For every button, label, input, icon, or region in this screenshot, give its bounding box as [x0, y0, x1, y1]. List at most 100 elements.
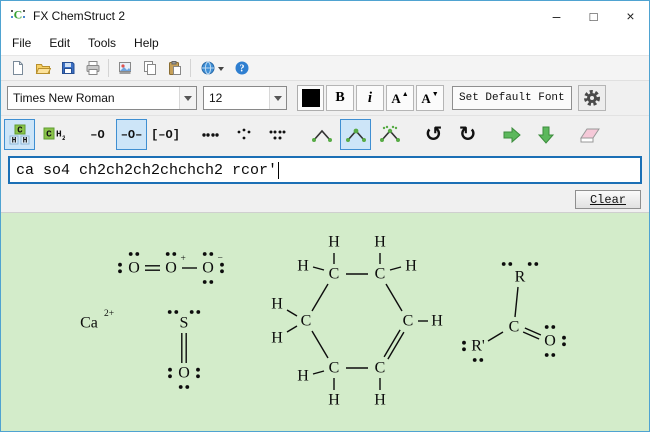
- methyl-group-button[interactable]: C H H: [4, 119, 35, 150]
- clear-button[interactable]: Clear: [575, 190, 641, 209]
- main-toolbar: ?: [1, 55, 649, 81]
- rotate-cw-icon: ↻: [459, 124, 477, 145]
- toolbar-separator: [190, 59, 191, 77]
- molecule-drawing: OO+O−Ca2+SOCCCCCCHHHHHHHHHHRCR'O: [1, 213, 649, 431]
- lone-pair-dot: [168, 310, 172, 314]
- atom-label: C: [509, 319, 520, 336]
- charge-label: +: [181, 254, 186, 264]
- svg-text:C: C: [46, 128, 52, 139]
- atom-label: R': [471, 338, 485, 355]
- erase-button[interactable]: [574, 119, 605, 150]
- lone-pair-dot: [129, 252, 133, 256]
- set-default-font-button[interactable]: Set Default Font: [452, 86, 572, 110]
- window-controls: – □ ×: [538, 1, 649, 31]
- dropdown-arrow-icon: [179, 87, 196, 109]
- svg-text:H: H: [22, 136, 27, 145]
- atom-label: C: [375, 360, 386, 377]
- menu-item-file[interactable]: File: [3, 32, 40, 54]
- svg-text:H: H: [11, 136, 16, 145]
- save-button[interactable]: [56, 57, 80, 79]
- svg-text:?: ?: [240, 64, 245, 75]
- electron-pairs-icon: [199, 124, 221, 146]
- decrease-font-button[interactable]: A▼: [416, 85, 444, 111]
- lone-pair-dot: [528, 262, 532, 266]
- lone-pair-dot: [545, 325, 549, 329]
- oxygen-double-button[interactable]: –O–: [116, 119, 147, 150]
- bonding-dots-button[interactable]: [262, 119, 293, 150]
- methylene-group-icon: C H 2: [43, 124, 65, 146]
- title-bar[interactable]: C FX ChemStruct 2 – □ ×: [1, 1, 649, 31]
- atom-label: H: [328, 234, 340, 251]
- clear-row: Clear: [1, 188, 649, 213]
- bold-button[interactable]: B: [326, 85, 354, 111]
- lone-pair-dot: [220, 269, 224, 273]
- menu-bar: FileEditToolsHelp: [1, 31, 649, 55]
- rotate-cw-button[interactable]: ↻: [452, 119, 483, 150]
- atom-label: O: [128, 260, 140, 277]
- export-button[interactable]: [530, 119, 561, 150]
- italic-label: i: [368, 90, 372, 107]
- insert-button[interactable]: [496, 119, 527, 150]
- bond: [515, 287, 518, 317]
- copy-button[interactable]: [138, 57, 162, 79]
- italic-button[interactable]: i: [356, 85, 384, 111]
- font-color-button[interactable]: [297, 85, 324, 111]
- oxygen-bracket-button[interactable]: [–O]: [150, 119, 181, 150]
- electron-pairs-button[interactable]: [194, 119, 225, 150]
- font-size-select[interactable]: 12: [203, 86, 287, 110]
- minimize-button[interactable]: –: [538, 1, 575, 31]
- font-family-select[interactable]: Times New Roman: [7, 86, 197, 110]
- atom-label: H: [297, 368, 309, 385]
- open-file-button[interactable]: [31, 57, 55, 79]
- lone-pair-dot: [203, 280, 207, 284]
- lone-pair-dot: [179, 385, 183, 389]
- print-button[interactable]: [81, 57, 105, 79]
- lone-pair-dot: [118, 269, 122, 273]
- lone-pair-dot: [209, 252, 213, 256]
- atom-label: H: [374, 234, 386, 251]
- atom-label: S: [180, 315, 189, 332]
- rotate-ccw-button[interactable]: ↺: [418, 119, 449, 150]
- bond: [287, 310, 297, 316]
- oxygen-single-button[interactable]: –O: [82, 119, 113, 150]
- settings-button[interactable]: [578, 85, 606, 111]
- methylene-group-button[interactable]: C H 2: [38, 119, 69, 150]
- menu-item-edit[interactable]: Edit: [40, 32, 79, 54]
- close-button[interactable]: ×: [612, 1, 649, 31]
- lone-pair-dot: [545, 353, 549, 357]
- app-icon: C: [9, 6, 27, 27]
- atom-label: H: [271, 330, 283, 347]
- lone-pair-dot: [168, 368, 172, 372]
- web-update-button[interactable]: [195, 57, 229, 79]
- bold-label: B: [335, 90, 344, 106]
- paste-button[interactable]: [163, 57, 187, 79]
- lone-pair-dot: [508, 262, 512, 266]
- help-button[interactable]: ?: [230, 57, 254, 79]
- bond-all-dots-button[interactable]: [374, 119, 405, 150]
- toolbar-separator: [108, 59, 109, 77]
- app-window: C FX ChemStruct 2 – □ × FileEditToolsHel…: [0, 0, 650, 432]
- copy-picture-button[interactable]: [113, 57, 137, 79]
- maximize-button[interactable]: □: [575, 1, 612, 31]
- new-document-button[interactable]: [6, 57, 30, 79]
- lone-pair-dot: [462, 347, 466, 351]
- bond-vertex-button[interactable]: [340, 119, 371, 150]
- lone-pair-dot: [135, 252, 139, 256]
- increase-font-button[interactable]: A▲: [386, 85, 414, 111]
- single-electrons-button[interactable]: [228, 119, 259, 150]
- open-folder-icon: [35, 60, 51, 76]
- formula-input[interactable]: ca so4 ch2ch2ch2chchch2 rcor': [8, 156, 642, 184]
- structure-canvas[interactable]: OO+O−Ca2+SOCCCCCCHHHHHHHHHHRCR'O: [1, 213, 649, 431]
- atom-label: C: [329, 266, 340, 283]
- single-electrons-icon: [233, 124, 255, 146]
- bond-angle-icon: [311, 124, 333, 146]
- bond-angle-button[interactable]: [306, 119, 337, 150]
- atom-label: C: [375, 266, 386, 283]
- atom-label: O: [178, 365, 190, 382]
- printer-icon: [85, 60, 101, 76]
- increase-font-label: A▲: [391, 90, 408, 107]
- menu-item-tools[interactable]: Tools: [79, 32, 125, 54]
- atom-label: Ca: [80, 315, 98, 332]
- chem-toolbar: C H H C H 2 –O –O– [–O]: [1, 115, 649, 153]
- menu-item-help[interactable]: Help: [125, 32, 168, 54]
